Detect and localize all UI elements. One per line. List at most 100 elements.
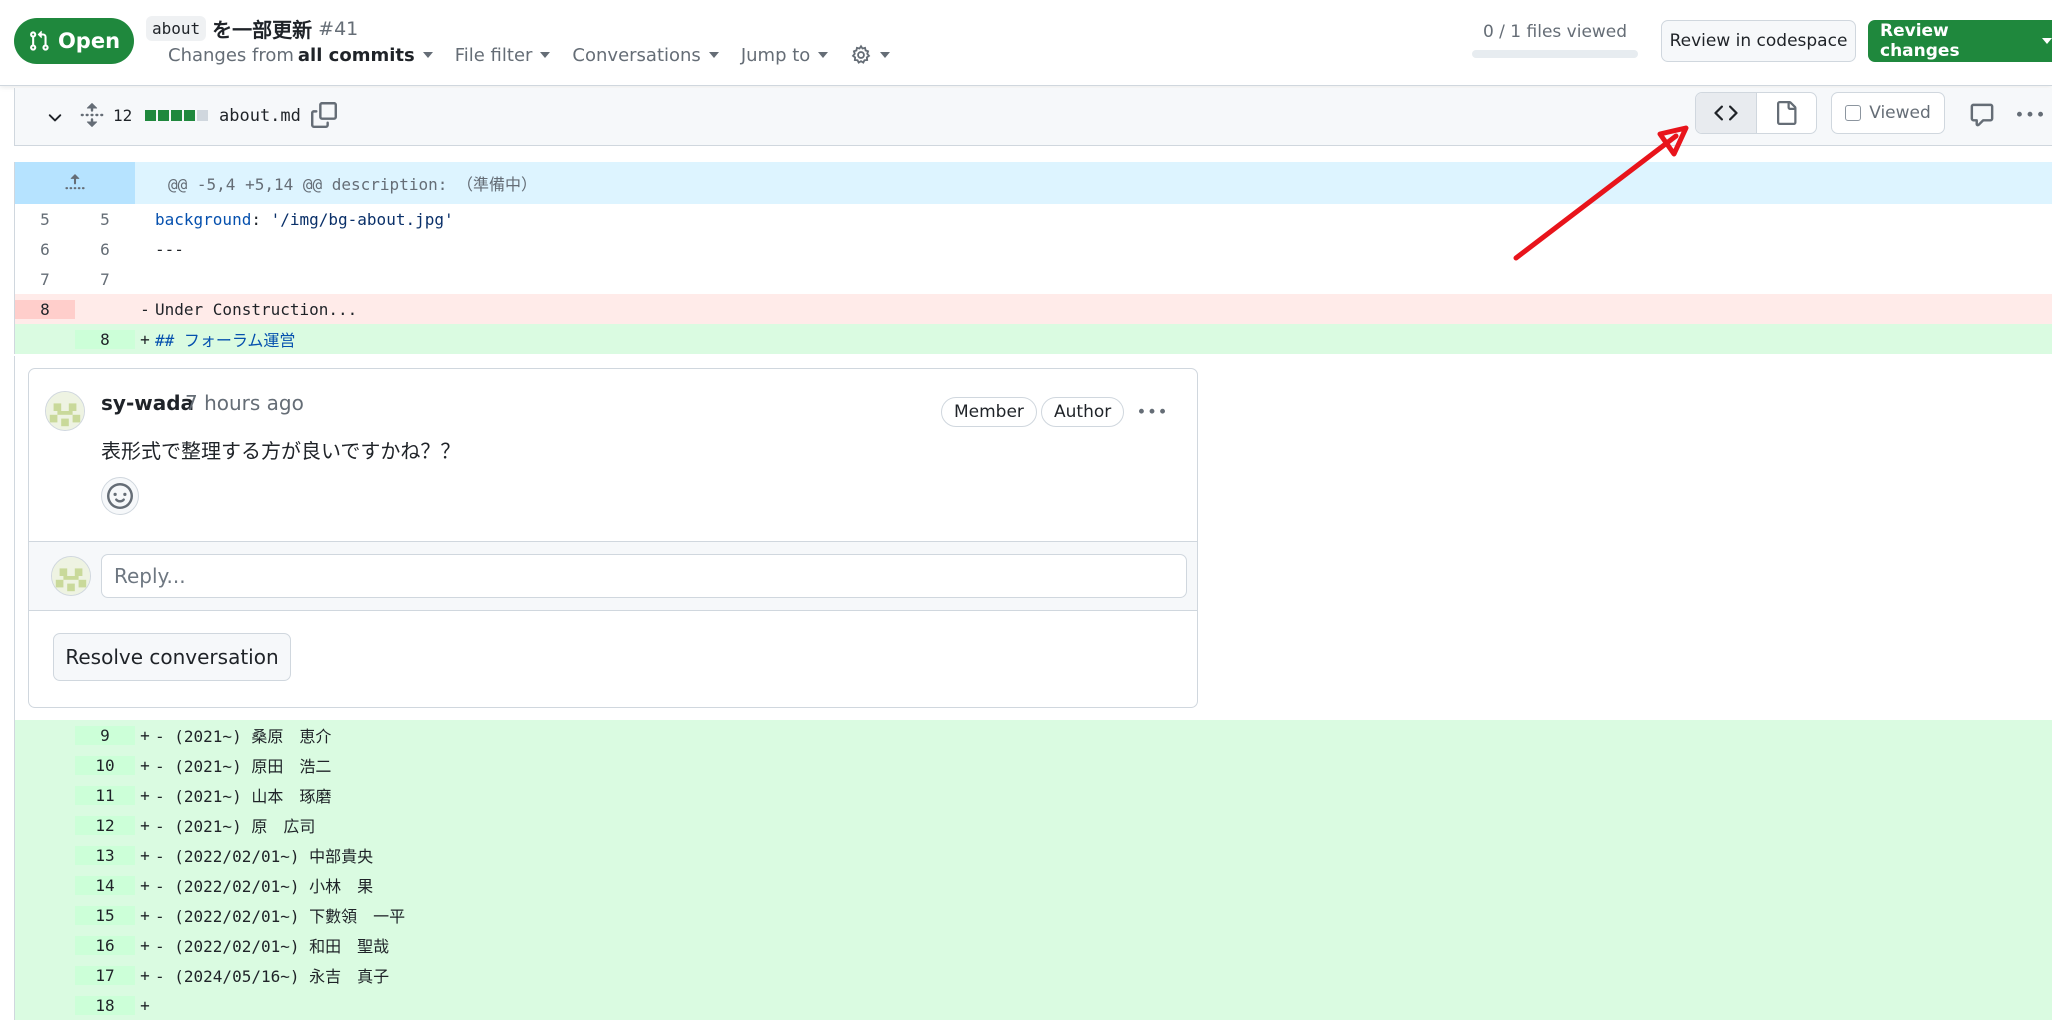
code-line: - (2021~) 山本 琢磨	[155, 787, 332, 806]
diff-line: 7 7	[15, 264, 2052, 294]
diff-line-added: 17 + - (2024/05/16~) 永吉 真子	[15, 960, 2052, 990]
kebab-horizontal-icon[interactable]	[1139, 399, 1165, 425]
diff-settings-dropdown[interactable]	[850, 44, 891, 66]
chevron-down-icon	[708, 52, 719, 58]
resolve-conversation-button[interactable]: Resolve conversation	[53, 633, 291, 681]
new-line-number[interactable]: 13	[75, 845, 135, 865]
member-label: Member	[941, 397, 1037, 427]
hunk-header-text: @@ -5,4 +5,14 @@ description: （準備中）	[168, 175, 537, 194]
jump-to-dropdown[interactable]: Jump to	[740, 44, 829, 66]
new-line-number[interactable]: 5	[75, 210, 135, 229]
diff-line-added: 13 + - (2022/02/01~) 中部貴央	[15, 840, 2052, 870]
new-line-number[interactable]: 18	[75, 995, 135, 1015]
file-header: 12 about.md Viewed	[14, 88, 2052, 146]
diff-line-added: 14 + - (2022/02/01~) 小林 果	[15, 870, 2052, 900]
conversations-dropdown[interactable]: Conversations	[572, 45, 719, 66]
new-line-number[interactable]: 14	[75, 875, 135, 895]
comment-icon[interactable]	[1969, 102, 1995, 128]
code-line: background: '/img/bg-about.jpg'	[155, 210, 454, 229]
old-line-number[interactable]: 6	[15, 240, 75, 259]
pr-state-badge: Open	[14, 18, 134, 64]
copy-icon[interactable]	[311, 102, 337, 128]
files-viewed-progress	[1472, 50, 1638, 58]
diffstat-block	[184, 110, 195, 121]
changes-from-dropdown[interactable]: Changes from all commits	[168, 45, 433, 66]
changes-from-value: all commits	[297, 44, 415, 66]
changes-from-prefix: Changes from	[168, 44, 294, 66]
pr-title-text: を一部更新	[212, 18, 313, 42]
code-icon	[1714, 105, 1738, 121]
pr-title-code: about	[146, 16, 207, 41]
yaml-sep: :	[251, 209, 271, 229]
code-line: - (2021~) 桑原 恵介	[155, 727, 332, 746]
new-line-number[interactable]: 8	[75, 329, 135, 349]
reply-bar: Reply...	[29, 541, 1197, 611]
diffstat-block	[145, 110, 156, 121]
chevron-down-icon[interactable]	[45, 108, 65, 128]
diff-marker: +	[140, 905, 150, 925]
checkbox-icon	[1845, 105, 1862, 121]
diffstat-block	[158, 110, 169, 121]
diff-marker: +	[140, 875, 150, 895]
diff-line: 5 5 background: '/img/bg-about.jpg'	[15, 204, 2052, 234]
diff-line-added: 11 + - (2021~) 山本 琢磨	[15, 780, 2052, 810]
hunk-header-row: @@ -5,4 +5,14 @@ description: （準備中）	[15, 162, 2052, 204]
new-line-number[interactable]: 11	[75, 785, 135, 805]
pr-sticky-header: Open about を一部更新 #41 Changes from all co…	[0, 0, 2052, 86]
new-line-number[interactable]: 12	[75, 815, 135, 835]
jump-to-label: Jump to	[740, 44, 811, 66]
viewed-checkbox[interactable]: Viewed	[1831, 92, 1945, 134]
chevron-down-icon	[818, 52, 829, 58]
file-name-link[interactable]: about.md	[219, 106, 301, 126]
file-filter-label: File filter	[454, 44, 533, 66]
new-line-number[interactable]: 9	[75, 725, 135, 745]
diff-line-added: 16 + - (2022/02/01~) 和田 聖哉	[15, 930, 2052, 960]
old-line-number[interactable]: 8	[15, 299, 75, 319]
author-label: Author	[1041, 397, 1125, 427]
old-line-number[interactable]: 5	[15, 210, 75, 229]
diffstat-block	[171, 110, 182, 121]
diff-line-added: 8 + ## フォーラム運営	[15, 324, 2052, 354]
new-line-number[interactable]: 10	[75, 755, 135, 775]
review-thread: sy-wada 7 hours ago Member Author 表形式で整理…	[28, 368, 1198, 708]
code-line: - (2024/05/16~) 永吉 真子	[155, 967, 390, 986]
code-line: Under Construction...	[155, 299, 358, 319]
comment-timestamp[interactable]: 7 hours ago	[185, 391, 304, 415]
expand-all-icon[interactable]	[79, 102, 105, 128]
new-line-number[interactable]: 17	[75, 965, 135, 985]
chevron-down-icon	[422, 52, 433, 58]
review-changes-button[interactable]: Review changes	[1868, 20, 2052, 62]
avatar[interactable]	[45, 391, 85, 431]
new-line-number[interactable]: 7	[75, 270, 135, 289]
gear-icon	[851, 44, 871, 64]
expand-up-button[interactable]	[15, 162, 135, 204]
code-line: ## フォーラム運営	[155, 331, 296, 350]
diff-line-added: 15 + - (2022/02/01~) 下數領 一平	[15, 900, 2052, 930]
diff-line-added: 18 +	[15, 990, 2052, 1020]
identicon-icon	[46, 392, 84, 430]
new-line-number[interactable]: 6	[75, 240, 135, 259]
add-reaction-button[interactable]	[101, 477, 139, 515]
kebab-horizontal-icon[interactable]	[2017, 102, 2043, 128]
file-filter-dropdown[interactable]: File filter	[455, 45, 551, 66]
code-line: - (2022/02/01~) 小林 果	[155, 877, 374, 896]
old-line-number[interactable]: 7	[15, 270, 75, 289]
diff-table: @@ -5,4 +5,14 @@ description: （準備中） 5 5 …	[14, 162, 2052, 354]
source-diff-button[interactable]	[1696, 93, 1757, 133]
reply-input[interactable]: Reply...	[101, 554, 1187, 598]
diff-table-continued: 9 + - (2021~) 桑原 恵介 10 + - (2021~) 原田 浩二…	[14, 720, 2052, 1020]
review-thread-row: sy-wada 7 hours ago Member Author 表形式で整理…	[14, 356, 2052, 720]
comment-author-link[interactable]: sy-wada	[101, 391, 194, 415]
code-line: - (2021~) 原 広司	[155, 817, 316, 836]
smiley-icon	[107, 483, 133, 509]
diff-line-added: 12 + - (2021~) 原 広司	[15, 810, 2052, 840]
review-in-codespace-button[interactable]: Review in codespace	[1661, 20, 1856, 62]
chevron-down-icon	[540, 52, 551, 58]
rich-diff-button[interactable]	[1757, 93, 1817, 133]
diff-marker: +	[140, 935, 150, 955]
diffstat-blocks	[145, 110, 208, 121]
new-line-number[interactable]: 16	[75, 935, 135, 955]
pr-state-label: Open	[57, 29, 121, 53]
new-line-number[interactable]: 15	[75, 905, 135, 925]
avatar	[51, 556, 91, 596]
